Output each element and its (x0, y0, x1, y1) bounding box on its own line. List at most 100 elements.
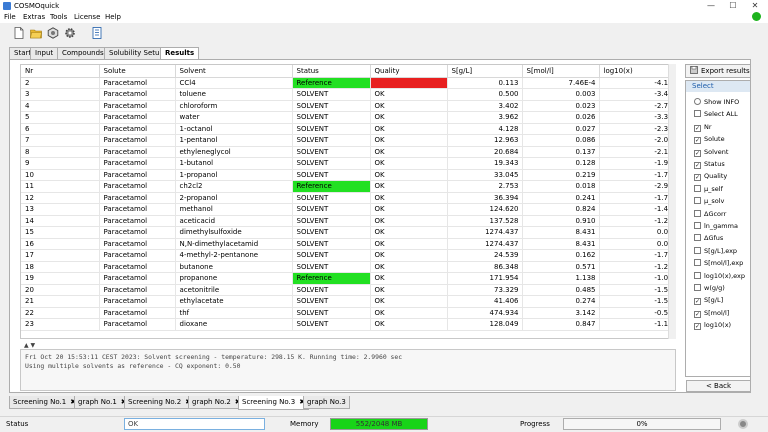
checkbox[interactable] (694, 184, 701, 192)
table-cell: -1.56 (599, 284, 675, 296)
molecule-icon[interactable] (47, 27, 59, 39)
select-option[interactable]: ✓ Solute (694, 134, 725, 145)
select-option[interactable]: ✓ S[g/L] (694, 295, 723, 306)
select-option[interactable]: log10(x),exp (694, 271, 745, 281)
menu-license[interactable]: License (74, 12, 100, 23)
table-row[interactable]: 4 Paracetamol chloroform SOLVENT OK 3.402 0.02… (21, 100, 675, 112)
bottom-tab[interactable]: graph No.1✖ (74, 396, 131, 409)
column-header[interactable]: S[g/L] (447, 65, 523, 78)
select-option[interactable]: ✓ S[mol/l] (694, 308, 729, 318)
menu-tools[interactable]: Tools (50, 12, 67, 23)
results-table[interactable]: Nr Solute Solvent Status Quality S[g/L] S[mol/… (20, 64, 676, 339)
checkbox[interactable]: ✓ (694, 162, 701, 169)
checkbox[interactable]: ✓ (694, 323, 701, 331)
select-option[interactable]: ✓ Quality (694, 171, 727, 182)
checkbox[interactable] (694, 234, 701, 242)
bottom-tab[interactable]: Screening No.3✖ (238, 396, 310, 410)
table-row[interactable]: 19 Paracetamol propanone Reference OK 171.954… (21, 272, 675, 285)
column-header[interactable]: log10(x) (599, 65, 675, 78)
table-row[interactable]: 16 Paracetamol N,N-dimethylacetamid SOLVENT… (21, 238, 675, 250)
checkbox[interactable]: ✓ (694, 124, 701, 132)
new-file-icon[interactable] (13, 27, 25, 39)
table-row[interactable]: 12 Paracetamol 2-propanol SOLVENT OK 36.394 0.… (21, 192, 675, 204)
back-button[interactable]: < Back (686, 380, 751, 392)
table-row[interactable]: 7 Paracetamol 1-pentanol SOLVENT OK 12.963 0.0… (21, 134, 675, 147)
tab-compounds[interactable]: Compounds (57, 47, 109, 59)
table-row[interactable]: 21 Paracetamol ethylacetate SOLVENT OK 41.406… (21, 295, 675, 308)
bottom-tab[interactable]: graph No.3 (303, 396, 350, 409)
table-row[interactable]: 3 Paracetamol toluene SOLVENT OK 0.500 0.003 -3… (21, 88, 675, 101)
select-option[interactable]: ✓ Status (694, 159, 725, 169)
menu-file[interactable]: File (4, 12, 16, 23)
table-row[interactable]: 17 Paracetamol 4-methyl-2-pentanone SOLVENT… (21, 249, 675, 262)
gear-icon[interactable] (64, 27, 76, 39)
table-row[interactable]: 2 Paracetamol CCl4 Reference CHECK 0.113 7.46E… (21, 77, 675, 89)
table-row[interactable]: 22 Paracetamol thf SOLVENT OK 474.934 3.142 -0.… (21, 307, 675, 319)
table-row[interactable]: 20 Paracetamol acetonitrile SOLVENT OK 73.329… (21, 284, 675, 296)
table-row[interactable]: 11 Paracetamol ch2cl2 Reference OK 2.753 0.018… (21, 180, 675, 193)
checkbox[interactable]: ✓ (694, 137, 701, 145)
table-row[interactable]: 14 Paracetamol aceticacid SOLVENT OK 137.528 0… (21, 215, 675, 227)
table-row[interactable]: 8 Paracetamol ethyleneglycol SOLVENT OK 20.68… (21, 146, 675, 158)
table-row[interactable]: 18 Paracetamol butanone SOLVENT OK 86.348 0.57… (21, 261, 675, 273)
document-list-icon[interactable] (91, 27, 103, 39)
select-option[interactable]: ΔGfus (694, 233, 723, 243)
checkbox[interactable]: ✓ (694, 298, 701, 306)
option-label: µ_self (704, 184, 723, 193)
close-window-button[interactable]: ✕ (744, 0, 766, 12)
bottom-tab[interactable]: Screening No.1✖ (9, 396, 81, 409)
select-option[interactable]: S[mol/l],exp (694, 258, 743, 268)
splitter-handle[interactable]: ▲ ▼ (24, 342, 35, 349)
table-scrollbar[interactable] (668, 64, 676, 339)
checkbox[interactable] (694, 271, 701, 279)
select-option[interactable]: w(g/g) (694, 283, 725, 293)
table-cell: 0.113 (447, 77, 523, 89)
checkbox[interactable]: ✓ (694, 174, 701, 182)
select-option[interactable]: S[g/L],exp (694, 246, 737, 256)
export-results-button[interactable]: Export results (685, 64, 751, 78)
select-option[interactable]: µ_self (694, 184, 723, 194)
table-row[interactable]: 5 Paracetamol water SOLVENT OK 3.962 0.026 -3.3… (21, 111, 675, 124)
checkbox[interactable] (694, 284, 701, 291)
select-option[interactable]: ✓ log10(x) (694, 320, 731, 331)
checkbox[interactable] (694, 246, 701, 254)
table-row[interactable]: 13 Paracetamol methanol SOLVENT OK 124.620 0.8… (21, 203, 675, 216)
bottom-tab[interactable]: Screening No.2✖ (124, 396, 196, 409)
checkbox[interactable]: ✓ (694, 310, 701, 318)
column-header[interactable]: Quality (370, 65, 448, 78)
table-row[interactable]: 9 Paracetamol 1-butanol SOLVENT OK 19.343 0.12… (21, 157, 675, 170)
checkbox[interactable]: ✓ (694, 149, 701, 157)
select-option[interactable]: Show INFO (694, 97, 739, 107)
checkbox[interactable] (694, 259, 701, 267)
menu-help[interactable]: Help (105, 12, 121, 23)
table-row[interactable]: 23 Paracetamol dioxane SOLVENT OK 128.049 0.84… (21, 318, 675, 331)
table-cell: 0.137 (522, 146, 600, 158)
table-row[interactable]: 10 Paracetamol 1-propanol SOLVENT OK 33.045 0.… (21, 169, 675, 181)
select-option[interactable]: ✓ Nr (694, 122, 712, 132)
radio-button[interactable] (694, 98, 701, 105)
maximize-button[interactable]: ☐ (722, 0, 744, 12)
column-header[interactable]: Solvent (175, 65, 293, 78)
open-folder-icon[interactable] (30, 27, 42, 39)
menu-extras[interactable]: Extras (23, 12, 45, 23)
select-option[interactable]: Select ALL (694, 109, 738, 119)
table-row[interactable]: 6 Paracetamol 1-octanol SOLVENT OK 4.128 0.027… (21, 123, 675, 135)
column-header[interactable]: Solute (99, 65, 176, 78)
bottom-tab[interactable]: graph No.2✖ (188, 396, 245, 409)
checkbox[interactable] (694, 209, 701, 217)
select-option[interactable]: µ_solv (694, 196, 724, 206)
tab-input[interactable]: Input (30, 47, 59, 59)
select-option[interactable]: ln_gamma (694, 221, 738, 231)
table-row[interactable]: 15 Paracetamol dimethylsulfoxide SOLVENT OK 1… (21, 226, 675, 239)
select-option[interactable]: ✓ Solvent (694, 147, 728, 157)
checkbox[interactable] (694, 110, 701, 118)
checkbox[interactable] (694, 197, 701, 205)
table-cell: 19 (21, 272, 100, 285)
table-cell: 1.138 (522, 272, 600, 285)
column-header[interactable]: Nr (21, 65, 100, 78)
checkbox[interactable] (694, 222, 701, 229)
column-header[interactable]: S[mol/l] (522, 65, 600, 78)
select-option[interactable]: ΔGcorr (694, 209, 726, 219)
column-header[interactable]: Status (292, 65, 371, 78)
minimize-button[interactable]: — (700, 0, 722, 12)
